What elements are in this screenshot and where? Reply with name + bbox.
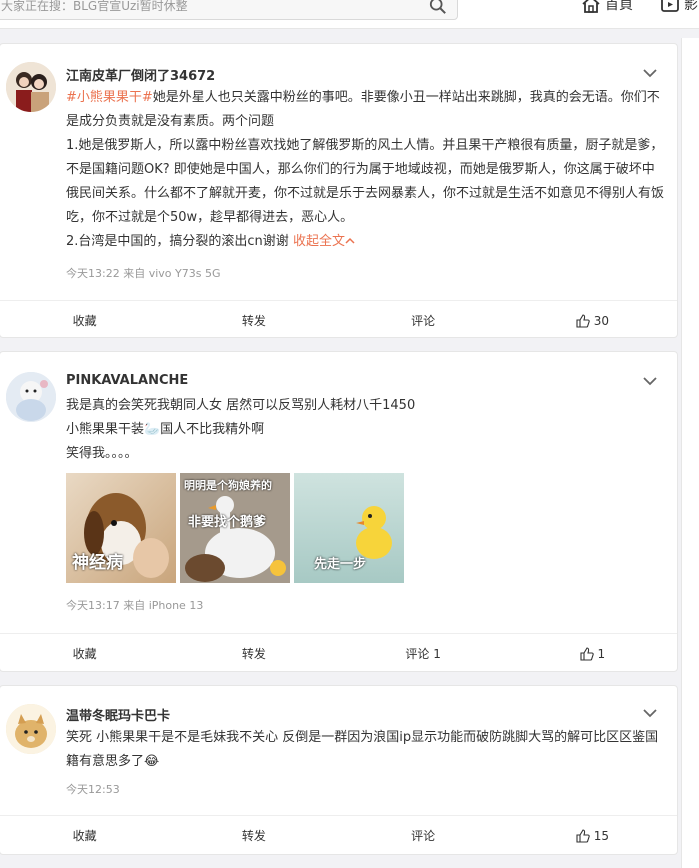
image-caption-top: 明明是个狗娘养的 bbox=[184, 479, 272, 492]
chevron-down-icon[interactable] bbox=[643, 68, 657, 78]
search-icon[interactable] bbox=[429, 0, 447, 15]
top-bar: 大家正在搜：BLG官宣Uzi暂时休整 首頁 影 bbox=[0, 0, 699, 29]
search-input[interactable]: 大家正在搜：BLG官宣Uzi暂时休整 bbox=[0, 0, 458, 20]
comment-label: 评论 1 bbox=[405, 647, 441, 661]
image-caption: 非要找个鹅爹 bbox=[188, 515, 267, 530]
like-count: 30 bbox=[593, 313, 610, 328]
comment-label: 评论 bbox=[411, 314, 436, 328]
nav-video[interactable]: 影 bbox=[660, 0, 698, 14]
nav-home-label: 首頁 bbox=[605, 0, 633, 13]
avatar-image bbox=[6, 372, 56, 422]
post-username[interactable]: PINKAVALANCHE bbox=[66, 373, 188, 388]
repost-button[interactable]: 转发 bbox=[169, 301, 338, 340]
post-username[interactable]: 江南皮革厂倒闭了34672 bbox=[66, 65, 215, 84]
avatar[interactable] bbox=[6, 62, 56, 112]
action-bar: 收藏 转发 评论 1 1 bbox=[0, 633, 677, 673]
post-image[interactable]: 神经病 bbox=[66, 473, 176, 583]
like-button[interactable]: 15 bbox=[508, 816, 677, 855]
action-bar: 收藏 转发 评论 15 bbox=[0, 815, 677, 855]
action-bar: 收藏 转发 评论 30 bbox=[0, 300, 677, 340]
post-card: 江南皮革厂倒闭了34672 #小熊果果干#她是外星人也只关露中粉丝的事吧。非要像… bbox=[0, 43, 678, 338]
avatar[interactable] bbox=[6, 704, 56, 754]
thumbs-up-icon bbox=[576, 313, 590, 328]
post-text: #小熊果果干#她是外星人也只关露中粉丝的事吧。非要像小丑一样站出来跳脚，我真的会… bbox=[66, 86, 666, 254]
chevron-down-icon[interactable] bbox=[643, 376, 657, 386]
repost-label: 转发 bbox=[241, 314, 266, 328]
comment-label: 评论 bbox=[411, 829, 436, 843]
collapse-link[interactable]: 收起全文 bbox=[293, 234, 355, 249]
like-count: 1 bbox=[597, 646, 606, 661]
post-text: 我是真的会笑死我朝同人女 居然可以反骂别人耗材八千1450 小熊果果干装🦢国人不… bbox=[66, 394, 666, 466]
image-caption: 先走一步 bbox=[314, 557, 367, 572]
topic-link[interactable]: #小熊果果干# bbox=[66, 90, 153, 105]
fav-button[interactable]: 收藏 bbox=[0, 634, 169, 673]
like-count: 15 bbox=[593, 828, 610, 843]
post-username[interactable]: 温带冬眠玛卡巴卡 bbox=[66, 705, 170, 724]
comment-button[interactable]: 评论 bbox=[339, 816, 508, 855]
like-button[interactable]: 1 bbox=[508, 634, 677, 673]
repost-label: 转发 bbox=[241, 829, 266, 843]
post-line: 我是真的会笑死我朝同人女 居然可以反骂别人耗材八千1450 bbox=[66, 398, 416, 413]
comment-button[interactable]: 评论 bbox=[339, 301, 508, 340]
avatar[interactable] bbox=[6, 372, 56, 422]
image-caption: 神经病 bbox=[72, 553, 123, 573]
home-icon bbox=[582, 0, 600, 13]
post-line: 笑得我。。。。 bbox=[66, 446, 138, 461]
post-text: 笑死 小熊果果干是不是毛妹我不关心 反倒是一群因为浪国ip显示功能而破防跳脚大骂… bbox=[66, 726, 666, 774]
post-line: 她是外星人也只关露中粉丝的事吧。非要像小丑一样站出来跳脚，我真的会无语。你们不是… bbox=[66, 90, 660, 129]
chevron-up-icon bbox=[345, 237, 355, 244]
post-image[interactable]: 明明是个狗娘养的 非要找个鹅爹 bbox=[180, 473, 290, 583]
repost-button[interactable]: 转发 bbox=[169, 816, 338, 855]
collapse-label: 收起全文 bbox=[292, 234, 345, 249]
fav-label: 收藏 bbox=[72, 314, 97, 328]
post-card: 温带冬眠玛卡巴卡 笑死 小熊果果干是不是毛妹我不关心 反倒是一群因为浪国ip显示… bbox=[0, 685, 678, 855]
repost-button[interactable]: 转发 bbox=[169, 634, 338, 673]
post-meta: 今天13:22 来自 vivo Y73s 5G bbox=[66, 267, 221, 280]
comment-button[interactable]: 评论 1 bbox=[339, 634, 508, 673]
post-image[interactable]: 先走一步 bbox=[294, 473, 404, 583]
post-line: 1.她是俄罗斯人，所以露中粉丝喜欢找她了解俄罗斯的风土人情。并且果干产粮很有质量… bbox=[66, 138, 665, 225]
nav-home[interactable]: 首頁 bbox=[581, 0, 633, 14]
video-icon bbox=[661, 0, 679, 12]
right-panel-edge bbox=[681, 38, 699, 868]
fav-button[interactable]: 收藏 bbox=[0, 301, 169, 340]
avatar-image bbox=[6, 62, 56, 112]
post-meta: 今天12:53 bbox=[66, 783, 120, 796]
post-card: PINKAVALANCHE 我是真的会笑死我朝同人女 居然可以反骂别人耗材八千1… bbox=[0, 351, 678, 672]
avatar-image bbox=[6, 704, 56, 754]
chevron-down-icon[interactable] bbox=[643, 708, 657, 718]
repost-label: 转发 bbox=[241, 647, 266, 661]
post-line: 2.台湾是中国的，搞分裂的滚出cn谢谢 bbox=[66, 234, 289, 249]
search-placeholder: 大家正在搜：BLG官宣Uzi暂时休整 bbox=[1, 0, 188, 13]
post-line: 小熊果果干装🦢国人不比我精外啊 bbox=[66, 422, 265, 437]
post-line: 笑死 小熊果果干是不是毛妹我不关心 反倒是一群因为浪国ip显示功能而破防跳脚大骂… bbox=[66, 730, 659, 769]
post-meta: 今天13:17 来自 iPhone 13 bbox=[66, 599, 204, 612]
like-button[interactable]: 30 bbox=[508, 301, 677, 340]
fav-button[interactable]: 收藏 bbox=[0, 816, 169, 855]
fav-label: 收藏 bbox=[72, 647, 97, 661]
image-grid: 神经病 明明是个狗娘养的 非要找个鹅爹 先走一步 bbox=[66, 473, 404, 583]
thumbs-up-icon bbox=[579, 646, 594, 661]
fav-label: 收藏 bbox=[72, 829, 97, 843]
nav-video-label: 影 bbox=[684, 0, 698, 13]
thumbs-up-icon bbox=[576, 828, 590, 843]
